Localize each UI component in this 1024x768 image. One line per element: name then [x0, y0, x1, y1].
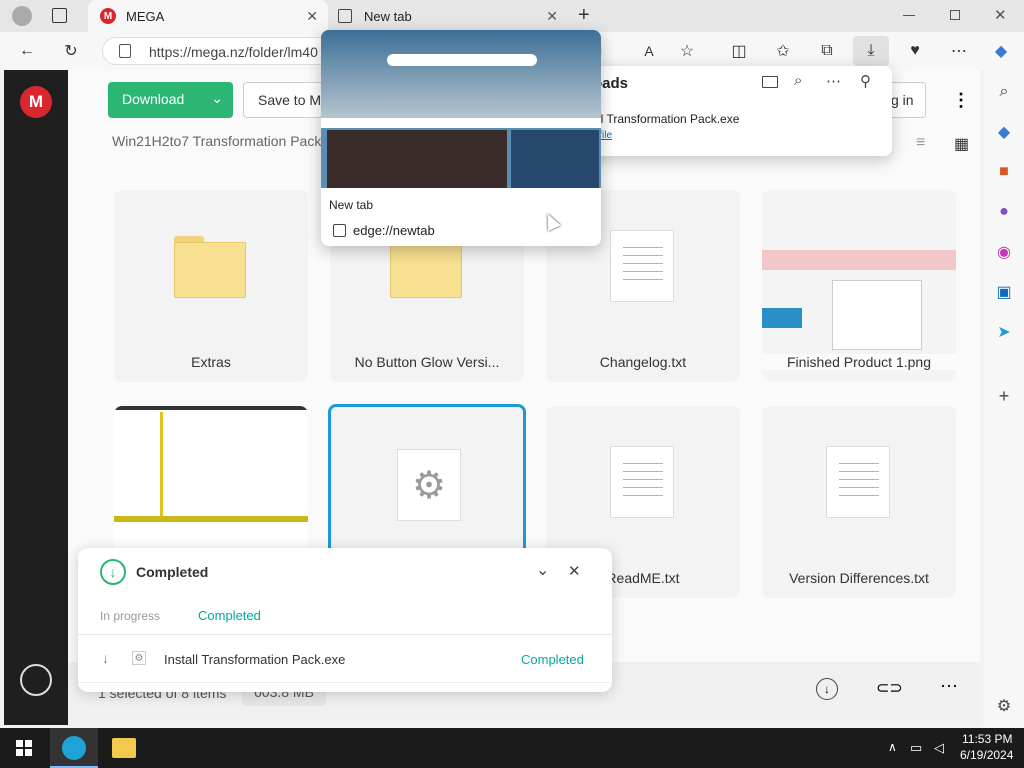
transfer-header: Completed: [136, 564, 209, 580]
kebab-menu-icon[interactable]: ⋮: [952, 90, 970, 111]
people-icon[interactable]: ●: [992, 200, 1016, 224]
download-button[interactable]: Download ⌄: [108, 82, 233, 118]
tab-preview-card: New tab edge://newtab: [321, 30, 601, 246]
tools-icon[interactable]: ■: [992, 160, 1016, 184]
footer-download-icon[interactable]: ↓: [816, 678, 838, 700]
close-tab-icon[interactable]: ✕: [306, 8, 318, 25]
lock-icon[interactable]: [119, 44, 131, 58]
tab-in-progress[interactable]: In progress: [100, 609, 160, 623]
close-tab-icon[interactable]: ✕: [546, 8, 558, 25]
windows-start-icon[interactable]: [16, 740, 32, 756]
refresh-icon[interactable]: ↻: [60, 40, 82, 62]
send-icon[interactable]: ➤: [992, 320, 1016, 344]
file-card[interactable]: Extras: [114, 190, 308, 382]
search-icon[interactable]: ⌕: [992, 80, 1016, 104]
downloads-icon[interactable]: ⤓: [853, 36, 889, 66]
file-name: Version Differences.txt: [789, 570, 929, 586]
search-icon[interactable]: ⌕: [794, 72, 802, 89]
breadcrumb[interactable]: Win21H2to7 Transformation Pack: [112, 133, 321, 149]
preview-thumbnail: [321, 30, 601, 188]
tab-new-tab[interactable]: New tab ✕: [330, 0, 568, 32]
tab-title: MEGA: [126, 8, 165, 24]
mega-sidebar: M »: [4, 70, 92, 725]
newtab-favicon-icon: [338, 9, 352, 23]
download-arrow-icon: ↓: [102, 650, 109, 666]
show-hidden-icons-icon[interactable]: ∧: [888, 740, 897, 754]
more-options-icon[interactable]: ⋯: [826, 72, 841, 90]
account-icon[interactable]: [20, 664, 52, 696]
tab-underline: [78, 634, 612, 635]
office-icon[interactable]: ◉: [992, 240, 1016, 264]
read-aloud-icon[interactable]: A: [638, 40, 660, 62]
shopping-tag-icon[interactable]: ◆: [992, 120, 1016, 144]
profile-avatar-icon[interactable]: [12, 6, 32, 26]
more-menu-icon[interactable]: ⋯: [948, 40, 970, 62]
file-explorer-icon[interactable]: [112, 738, 136, 758]
copilot-icon[interactable]: ◆: [990, 40, 1012, 62]
transfer-manager: ↓ Completed ⌄ ✕ In progress Completed ↓ …: [78, 548, 612, 692]
text-file-icon: [826, 446, 890, 518]
transfer-file-name: Install Transformation Pack.exe: [164, 652, 346, 667]
completed-check-icon: ↓: [100, 559, 126, 585]
mega-logo-icon[interactable]: M: [20, 86, 52, 118]
mega-favicon-icon: M: [100, 8, 116, 24]
chevron-down-icon[interactable]: ⌄: [211, 90, 223, 107]
split-screen-icon[interactable]: ◫: [728, 40, 750, 62]
save-button-label: Save to M: [258, 92, 322, 108]
tab-strip: M MEGA ✕ New tab ✕ + ✕: [0, 0, 1024, 32]
file-name: Finished Product 1.png: [762, 354, 956, 370]
tab-title: New tab: [364, 8, 412, 24]
open-folder-icon[interactable]: [762, 76, 778, 88]
text-file-icon: [610, 446, 674, 518]
folder-icon: [174, 236, 246, 298]
file-name: Changelog.txt: [599, 354, 687, 370]
file-name: No Button Glow Versi...: [354, 354, 500, 370]
back-icon[interactable]: ←: [16, 40, 38, 62]
favorite-star-icon[interactable]: ☆: [676, 40, 698, 62]
tab-completed[interactable]: Completed: [198, 608, 261, 623]
preview-tab-url: edge://newtab: [353, 223, 435, 238]
newtab-icon: [333, 224, 346, 237]
save-to-mega-button[interactable]: Save to M: [243, 82, 323, 118]
grid-view-icon[interactable]: ▦: [954, 134, 969, 154]
text-file-icon: [610, 230, 674, 302]
row-divider: [78, 682, 612, 683]
clock-date[interactable]: 6/19/2024: [960, 748, 1013, 762]
restore-icon[interactable]: [950, 10, 960, 20]
collections-icon[interactable]: ⧉: [816, 40, 838, 62]
clock-time[interactable]: 11:53 PM: [962, 732, 1012, 746]
outlook-icon[interactable]: ▣: [992, 280, 1016, 304]
edge-sidebar: ⌕ ◆ ■ ● ◉ ▣ ➤ + ⚙: [984, 70, 1024, 728]
edge-taskbar-icon[interactable]: [50, 728, 98, 768]
link-icon[interactable]: ⊂⊃: [876, 678, 903, 698]
tab-mega[interactable]: M MEGA ✕: [88, 0, 328, 32]
favorites-icon[interactable]: ✩: [772, 40, 794, 62]
close-icon[interactable]: ✕: [568, 562, 581, 580]
volume-icon[interactable]: ◁: [934, 740, 944, 756]
file-name: Extras: [191, 354, 231, 370]
add-icon[interactable]: +: [992, 384, 1016, 408]
exe-file-icon: ⚙: [132, 651, 146, 665]
preview-tab-title: New tab: [329, 198, 374, 212]
list-view-icon[interactable]: ≡: [916, 134, 925, 152]
collapse-chevron-icon[interactable]: ⌄: [536, 560, 549, 580]
transfer-status: Completed: [521, 652, 584, 667]
more-options-icon[interactable]: ⋯: [940, 676, 958, 697]
login-button-label: g in: [891, 92, 914, 108]
taskbar: ∧ ▭ ◁ 11:53 PM 6/19/2024: [0, 728, 1024, 768]
minimize-icon[interactable]: [903, 15, 915, 16]
file-card[interactable]: Version Differences.txt: [762, 406, 956, 598]
tab-actions-icon[interactable]: [52, 8, 67, 23]
pin-icon[interactable]: ⚲: [860, 72, 871, 90]
settings-gear-icon[interactable]: ⚙: [992, 694, 1016, 718]
new-tab-button[interactable]: +: [578, 4, 590, 27]
network-icon[interactable]: ▭: [910, 740, 922, 756]
executable-file-icon: ⚙: [397, 449, 461, 521]
close-window-icon[interactable]: ✕: [994, 6, 1007, 24]
browser-essentials-icon[interactable]: ♥: [904, 40, 926, 62]
download-button-label: Download: [122, 91, 185, 107]
file-card[interactable]: Finished Product 1.png: [762, 190, 956, 382]
url-text: https://mega.nz/folder/lm40: [149, 44, 318, 60]
